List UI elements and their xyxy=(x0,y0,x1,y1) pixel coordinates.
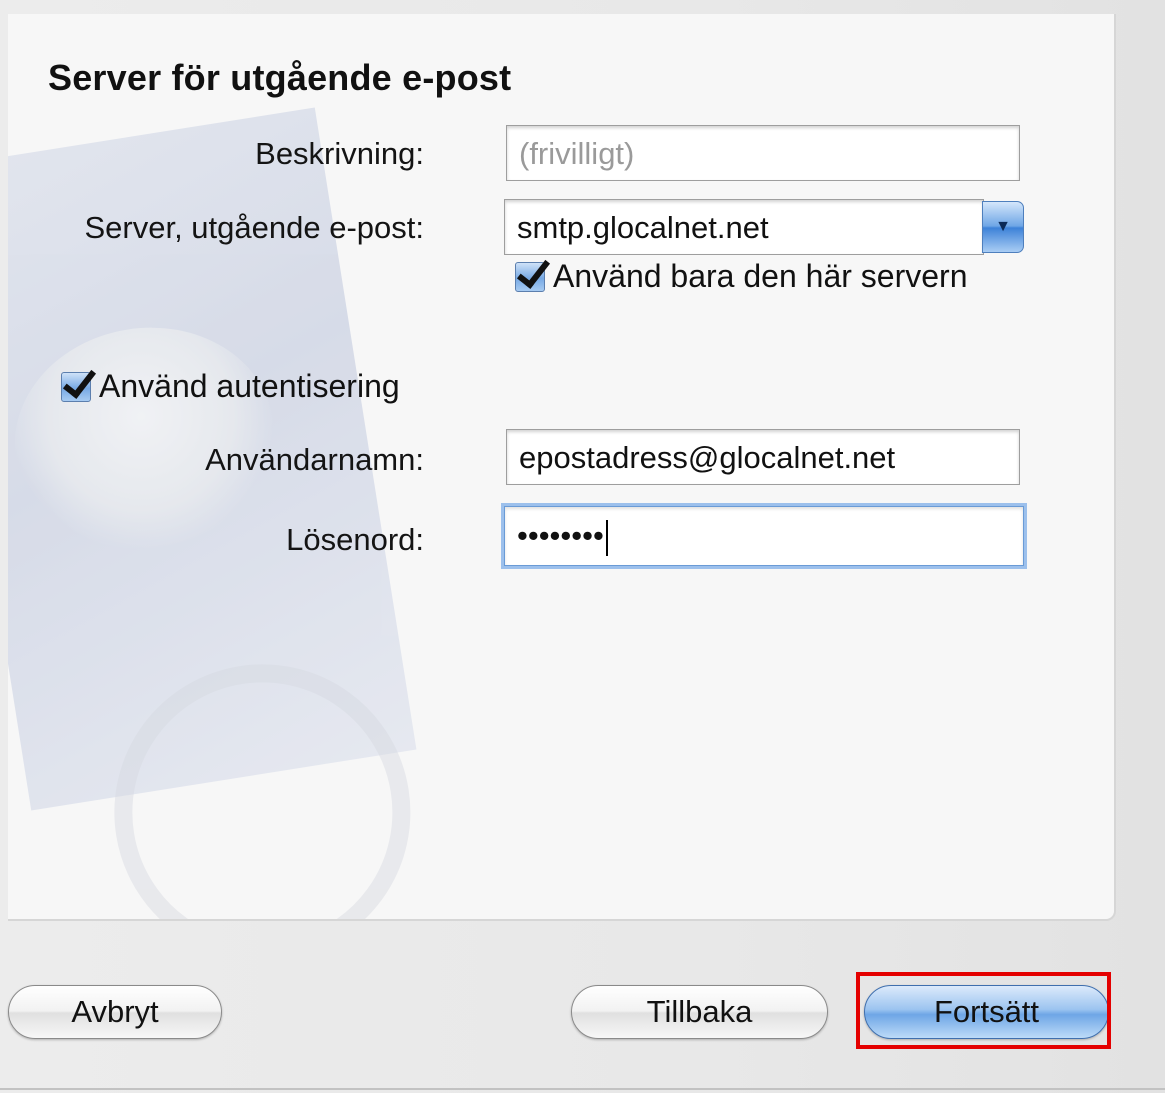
continue-button-highlight xyxy=(856,972,1111,1049)
cancel-button[interactable]: Avbryt xyxy=(8,985,222,1039)
chevron-down-icon: ▼ xyxy=(995,218,1011,235)
username-label: Användarnamn: xyxy=(205,442,424,477)
outgoing-server-label: Server, utgående e-post: xyxy=(84,210,424,245)
server-dropdown-button[interactable]: ▼ xyxy=(982,201,1024,253)
use-authentication-checkbox-row[interactable]: Använd autentisering xyxy=(61,368,400,405)
description-field[interactable]: (frivilligt) xyxy=(506,125,1020,181)
outgoing-server-combobox[interactable]: smtp.glocalnet.net ▼ xyxy=(504,199,1026,255)
only-this-server-label: Använd bara den här servern xyxy=(553,258,968,294)
page-title: Server för utgående e-post xyxy=(48,57,512,98)
password-field[interactable]: •••••••• xyxy=(504,506,1024,566)
text-caret xyxy=(605,519,608,556)
password-label: Lösenord: xyxy=(286,522,424,557)
description-label: Beskrivning: xyxy=(255,136,424,171)
checkmark-icon[interactable] xyxy=(515,261,545,292)
window-bottom-divider xyxy=(0,1088,1165,1090)
outgoing-server-field[interactable]: smtp.glocalnet.net xyxy=(504,199,984,255)
account-setup-panel: Server för utgående e-post Beskrivning: … xyxy=(8,14,1116,921)
password-masked-value: •••••••• xyxy=(517,518,604,553)
use-authentication-label: Använd autentisering xyxy=(99,368,400,404)
back-button[interactable]: Tillbaka xyxy=(571,985,828,1039)
username-field[interactable]: epostadress@glocalnet.net xyxy=(506,429,1020,485)
checkmark-icon[interactable] xyxy=(61,371,91,402)
only-this-server-checkbox-row[interactable]: Använd bara den här servern xyxy=(515,258,967,295)
